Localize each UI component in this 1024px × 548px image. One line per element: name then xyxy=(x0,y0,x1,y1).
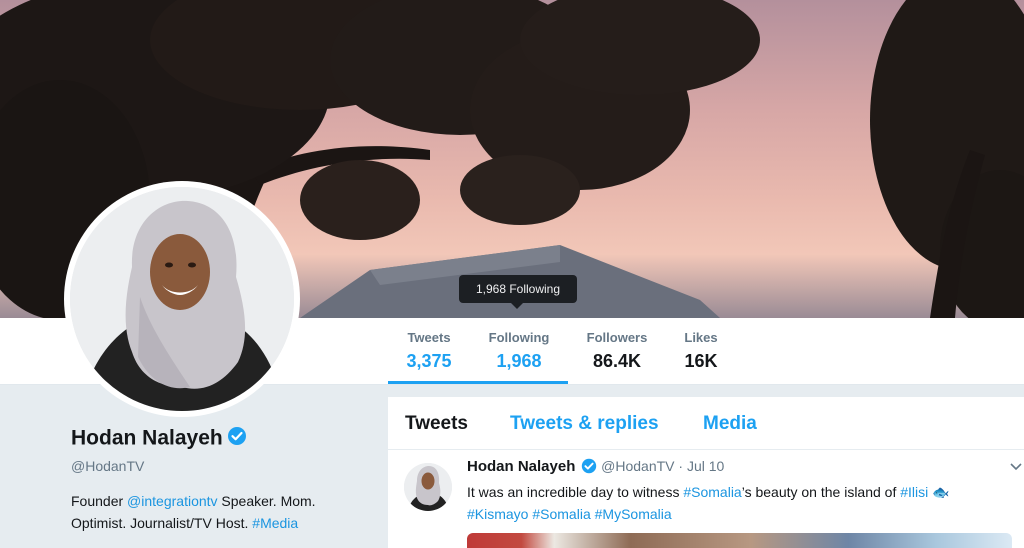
tweet-avatar[interactable] xyxy=(404,463,452,511)
stat-tweets-value: 3,375 xyxy=(406,351,452,371)
hashtag-somalia[interactable]: #Somalia xyxy=(683,484,741,500)
tweet-author-handle[interactable]: @HodanTV xyxy=(601,458,674,474)
bio-hashtag-link[interactable]: #Media xyxy=(252,515,298,531)
timeline: Tweets Tweets & replies Media Hodan Nala… xyxy=(388,397,1024,548)
tab-tweets[interactable]: Tweets xyxy=(405,413,468,435)
stat-likes-value: 16K xyxy=(684,351,718,371)
stat-likes[interactable]: Likes 16K xyxy=(681,330,721,374)
hashtag-kismayo[interactable]: #Kismayo xyxy=(467,506,528,522)
profile-avatar[interactable] xyxy=(64,181,300,417)
active-tab-indicator xyxy=(388,381,568,384)
profile-handle[interactable]: @HodanTV xyxy=(71,458,144,474)
timeline-tabs: Tweets Tweets & replies Media xyxy=(388,397,1024,450)
avatar-photo xyxy=(70,187,294,411)
stat-tweets[interactable]: Tweets 3,375 xyxy=(403,330,455,374)
tweet-media-image[interactable] xyxy=(467,533,1012,548)
stat-followers-value: 86.4K xyxy=(592,351,642,371)
stat-following-label: Following xyxy=(488,330,550,345)
bio-mention-link[interactable]: @integrationtv xyxy=(127,493,217,509)
profile-name-text: Hodan Nalayeh xyxy=(71,426,223,450)
tab-media[interactable]: Media xyxy=(703,413,757,435)
tweet-date[interactable]: Jul 10 xyxy=(687,458,724,474)
tweet-text-b: ’s beauty on the island of xyxy=(741,484,901,500)
tweet-text-a: It was an incredible day to witness xyxy=(467,484,684,500)
hashtag-mysomalia[interactable]: #MySomalia xyxy=(595,506,672,522)
stat-following-value: 1,968 xyxy=(496,351,542,371)
verified-badge-icon xyxy=(227,426,247,452)
hashtag-somalia-2[interactable]: #Somalia xyxy=(532,506,590,522)
bio-prefix: Founder xyxy=(71,493,128,509)
profile-name: Hodan Nalayeh xyxy=(71,426,247,452)
tab-tweets-replies[interactable]: Tweets & replies xyxy=(510,413,659,435)
hashtag-ilisi[interactable]: #Ilisi xyxy=(900,484,928,500)
stat-followers[interactable]: Followers 86.4K xyxy=(583,330,651,374)
stat-following[interactable]: Following 1,968 xyxy=(486,330,552,374)
verified-badge-icon xyxy=(581,458,597,477)
stat-followers-label: Followers xyxy=(586,330,648,345)
tweet-header: Hodan Nalayeh @HodanTV · Jul 10 xyxy=(467,458,724,477)
tweet-text: It was an incredible day to witness #Som… xyxy=(467,481,1012,525)
fish-emoji-icon: 🐟 xyxy=(932,484,950,500)
tweet-separator: · xyxy=(678,458,684,475)
stat-likes-label: Likes xyxy=(684,330,718,345)
profile-bio: Founder @integrationtv Speaker. Mom. Opt… xyxy=(71,490,371,534)
stat-tweets-label: Tweets xyxy=(407,330,451,345)
tweet-author-name[interactable]: Hodan Nalayeh xyxy=(467,458,575,475)
chevron-down-icon[interactable] xyxy=(1010,459,1022,474)
following-tooltip: 1,968 Following xyxy=(459,275,577,309)
